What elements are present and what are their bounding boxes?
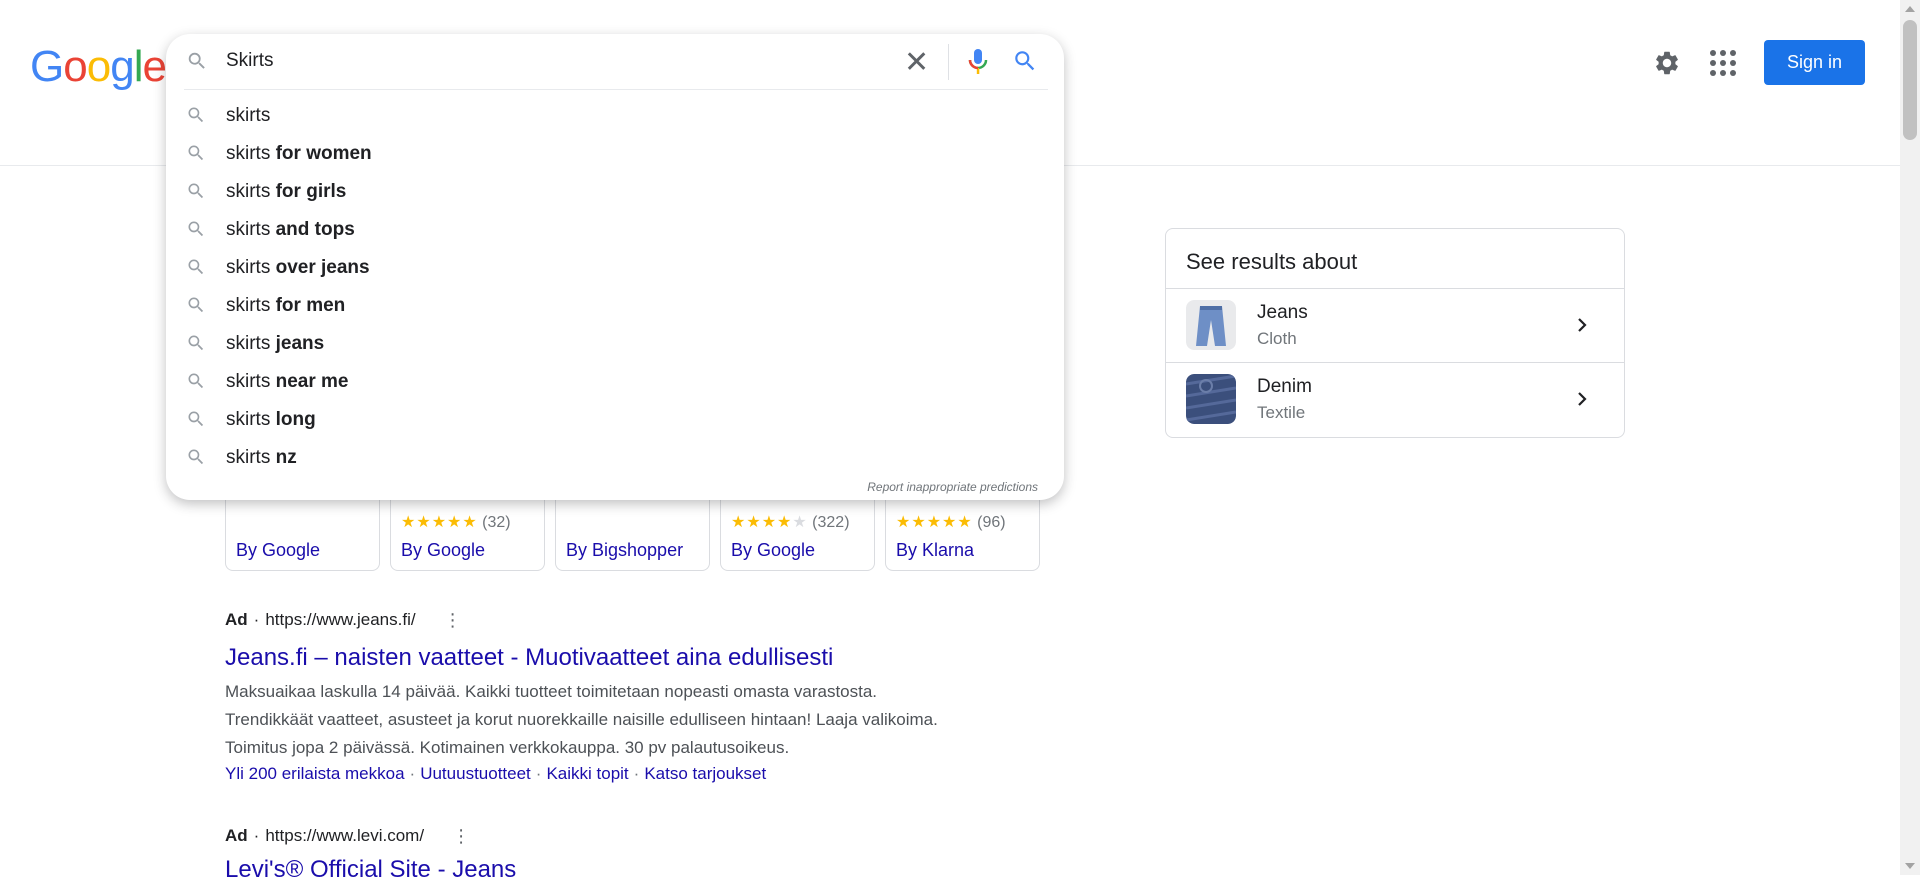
suggestion-text: skirts over jeans — [226, 257, 370, 278]
divider — [948, 44, 949, 80]
suggestion-item[interactable]: skirts — [166, 96, 1064, 134]
scroll-down-arrow-icon[interactable] — [1905, 863, 1915, 869]
report-predictions-link[interactable]: Report inappropriate predictions — [867, 480, 1038, 494]
panel-item-title: Jeans — [1257, 302, 1308, 323]
suggestion-item[interactable]: skirts near me — [166, 362, 1064, 400]
search-bar: Skirts ✕ — [166, 34, 1064, 92]
ad-description: Maksuaikaa laskulla 14 päivää. Kaikki tu… — [225, 682, 938, 757]
search-icon — [188, 183, 204, 199]
chevron-right-icon — [1578, 318, 1587, 332]
search-icon — [188, 411, 204, 427]
suggestion-text: skirts jeans — [226, 333, 325, 354]
search-icon — [188, 52, 205, 69]
search-autocomplete: Skirts ✕ skirts skirts for women skirts fo… — [166, 34, 1064, 500]
rating-row: ★★★★★ (322) — [731, 512, 850, 532]
search-icon — [188, 259, 204, 275]
ad-url[interactable]: https://www.jeans.fi/ — [265, 610, 415, 630]
jeans-thumbnail — [1186, 300, 1236, 350]
panel-item-denim[interactable]: Denim Textile — [1166, 363, 1624, 436]
seller-link[interactable]: By Google — [401, 540, 485, 561]
suggestion-text: skirts near me — [226, 371, 349, 392]
suggestion-text: skirts — [226, 105, 271, 126]
star-rating: ★★★★★ — [731, 514, 808, 531]
rating-count: (32) — [482, 514, 511, 531]
star-rating: ★★★★★ — [401, 514, 478, 531]
suggestion-item[interactable]: skirts nz — [166, 438, 1064, 476]
panel-item-title: Denim — [1257, 376, 1312, 397]
search-input[interactable]: Skirts — [226, 50, 274, 72]
suggestion-text: skirts for girls — [226, 181, 347, 202]
clear-icon[interactable]: ✕ — [904, 48, 929, 78]
suggestion-list: skirts skirts for women skirts for girls sk… — [166, 96, 1064, 476]
settings-gear-icon[interactable] — [1653, 49, 1681, 77]
ad-title[interactable]: Levi's® Official Site - Jeans — [225, 856, 516, 884]
search-icon — [188, 297, 204, 313]
suggestion-text: skirts long — [226, 409, 316, 430]
rating-count: (322) — [812, 514, 850, 531]
seller-link[interactable]: By Bigshopper — [566, 540, 683, 561]
more-options-icon[interactable]: ⋮ — [444, 611, 462, 629]
suggestion-item[interactable]: skirts for women — [166, 134, 1064, 172]
ad-result: Ad · https://www.jeans.fi/ ⋮ Jeans.fi – … — [225, 610, 938, 784]
scroll-up-arrow-icon[interactable] — [1905, 6, 1915, 12]
suggestion-text: skirts for men — [226, 295, 346, 316]
star-rating: ★★★★★ — [896, 514, 973, 531]
rating-count: (96) — [977, 514, 1006, 531]
suggestion-item[interactable]: skirts for girls — [166, 172, 1064, 210]
chevron-right-icon — [1578, 392, 1587, 406]
suggestion-item[interactable]: skirts long — [166, 400, 1064, 438]
suggestion-item[interactable]: skirts for men — [166, 286, 1064, 324]
search-icon — [188, 221, 204, 237]
sitelink[interactable]: Katso tarjoukset — [644, 764, 766, 783]
ad-url[interactable]: https://www.levi.com/ — [265, 826, 424, 846]
google-apps-icon[interactable] — [1710, 50, 1736, 76]
ad-meta: Ad · https://www.levi.com/ ⋮ — [225, 826, 471, 846]
ad-title[interactable]: Jeans.fi – naisten vaatteet - Muotivaatt… — [225, 644, 938, 672]
suggestion-text: skirts nz — [226, 447, 297, 468]
search-icon — [188, 449, 204, 465]
seller-link[interactable]: By Google — [731, 540, 815, 561]
search-icon — [188, 107, 204, 123]
panel-item-jeans[interactable]: Jeans Cloth — [1166, 289, 1624, 363]
sign-in-button[interactable]: Sign in — [1764, 40, 1865, 85]
scrollbar-thumb[interactable] — [1903, 20, 1917, 140]
sitelink[interactable]: Kaikki topit — [546, 764, 628, 783]
ad-label: Ad — [225, 826, 248, 845]
seller-link[interactable]: By Google — [236, 540, 320, 561]
rating-row: ★★★★★ (96) — [896, 512, 1006, 532]
search-submit-icon[interactable] — [1012, 48, 1038, 74]
search-icon — [188, 335, 204, 351]
suggestion-text: skirts for women — [226, 143, 372, 164]
see-results-about-panel: See results about Jeans Cloth Denim Text… — [1165, 228, 1625, 438]
ad-result: Ad · https://www.levi.com/ ⋮ Levi's® Off… — [225, 826, 516, 884]
ad-meta: Ad · https://www.jeans.fi/ ⋮ — [225, 610, 462, 630]
ad-label: Ad — [225, 610, 248, 629]
suggestion-item[interactable]: skirts over jeans — [166, 248, 1064, 286]
search-divider — [184, 89, 1048, 90]
sitelink[interactable]: Uutuustuotteet — [420, 764, 531, 783]
panel-item-subtitle: Textile — [1257, 403, 1306, 422]
panel-item-subtitle: Cloth — [1257, 329, 1297, 348]
suggestion-item[interactable]: skirts jeans — [166, 324, 1064, 362]
search-icon — [188, 145, 204, 161]
search-icon — [188, 373, 204, 389]
vertical-scrollbar[interactable] — [1900, 0, 1920, 875]
sitelink[interactable]: Yli 200 erilaista mekkoa — [225, 764, 405, 783]
seller-link[interactable]: By Klarna — [896, 540, 974, 561]
denim-thumbnail — [1186, 374, 1236, 424]
suggestion-item[interactable]: skirts and tops — [166, 210, 1064, 248]
suggestion-text: skirts and tops — [226, 219, 355, 240]
panel-heading: See results about — [1166, 229, 1624, 289]
microphone-icon[interactable] — [966, 48, 990, 76]
ad-sitelinks: Yli 200 erilaista mekkoa · Uutuustuotteet ·… — [225, 764, 767, 783]
google-logo[interactable]: Google — [30, 42, 167, 92]
more-options-icon[interactable]: ⋮ — [452, 827, 470, 845]
rating-row: ★★★★★ (32) — [401, 512, 511, 532]
